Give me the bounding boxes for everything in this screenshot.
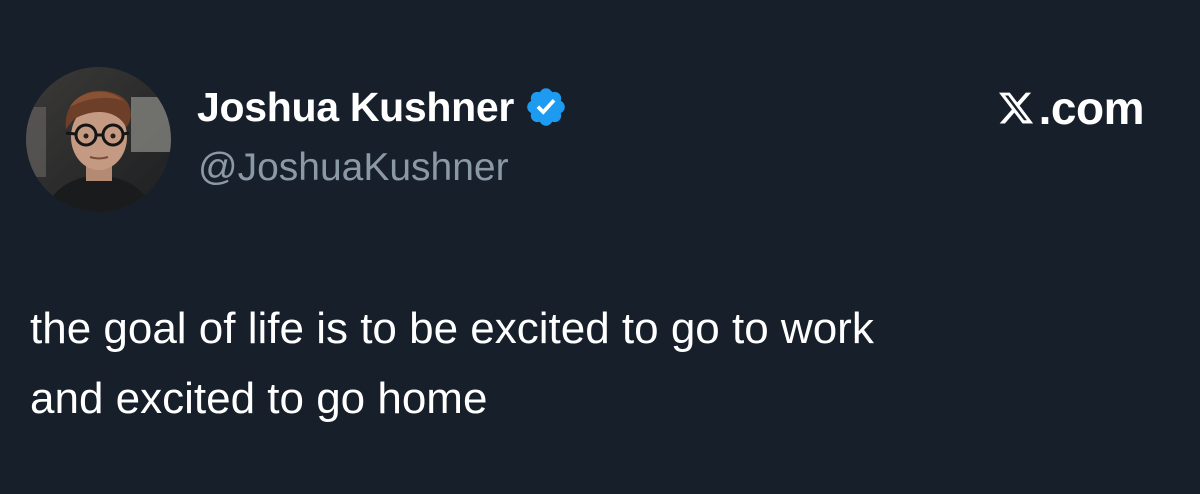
display-name[interactable]: Joshua Kushner xyxy=(197,84,514,131)
tweet-card: Joshua Kushner @JoshuaKushner .com the g… xyxy=(0,0,1200,494)
verified-badge-icon xyxy=(527,88,565,126)
brand-logo[interactable]: .com xyxy=(997,80,1145,136)
x-logo-icon xyxy=(998,92,1033,124)
display-name-row: Joshua Kushner xyxy=(197,82,568,132)
avatar[interactable] xyxy=(26,67,171,212)
tweet-text-line: the goal of life is to be excited to go … xyxy=(30,304,874,353)
tweet-text: the goal of life is to be excited to go … xyxy=(30,294,1170,434)
brand-text: .com xyxy=(1038,82,1145,134)
user-handle[interactable]: @JoshuaKushner xyxy=(198,146,509,190)
tweet-text-line: and excited to go home xyxy=(30,374,488,423)
avatar-photo xyxy=(26,67,171,212)
